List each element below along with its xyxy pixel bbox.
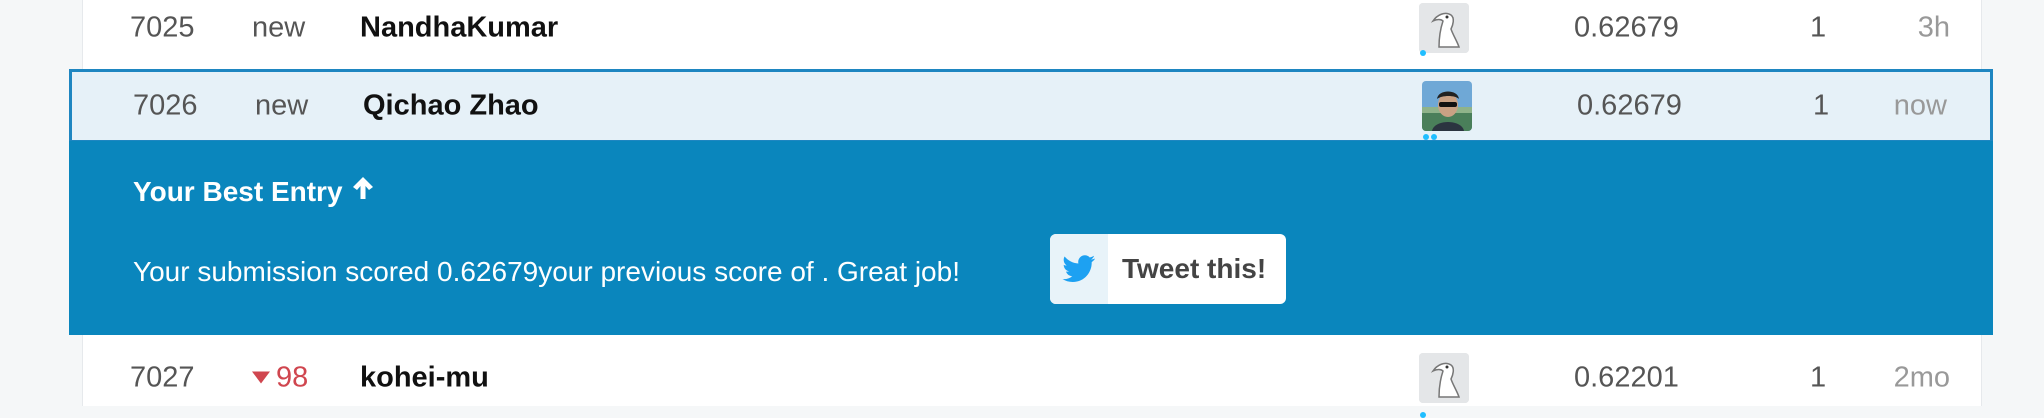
tier-dot-icon: [1420, 50, 1426, 56]
arrow-down-icon: [252, 371, 270, 384]
tier-dot-icon: [1423, 134, 1429, 140]
leaderboard-row[interactable]: 7027 98 kohei-mu 0.62201 1 2mo: [82, 338, 1980, 418]
rank-cell: 7027: [130, 361, 195, 393]
banner-title: Your Best Entry: [133, 175, 375, 208]
score-cell: 0.62679: [1577, 89, 1682, 122]
arrow-up-icon: [351, 175, 375, 208]
best-entry-banner: Your Best Entry Your submission scored 0…: [69, 141, 1993, 335]
rank-change-cell: new: [252, 11, 306, 43]
banner-title-text: Your Best Entry: [133, 175, 343, 207]
tier-dot-icon: [1420, 412, 1426, 418]
rank-change-cell: 98: [252, 361, 308, 394]
tier-dot-icon: [1431, 134, 1437, 140]
last-submission-cell: 2mo: [1893, 361, 1950, 393]
entries-cell: 1: [1813, 89, 1830, 122]
tweet-button-label: Tweet this!: [1122, 253, 1267, 284]
last-submission-cell: 3h: [1917, 11, 1950, 43]
default-avatar-icon[interactable]: [1419, 352, 1469, 403]
default-avatar-icon[interactable]: [1419, 2, 1469, 53]
team-name[interactable]: Qichao Zhao: [363, 90, 539, 123]
rank-change-value: 98: [276, 361, 309, 393]
rank-cell: 7025: [130, 11, 195, 43]
leaderboard-row[interactable]: 7025 new NandhaKumar 0.62679 1 3h: [82, 0, 1980, 67]
leaderboard-row-current-user[interactable]: 7026 new Qichao Zhao 0.62679 1 now: [69, 69, 1993, 143]
rank-cell: 7026: [133, 89, 198, 122]
entries-cell: 1: [1810, 361, 1827, 393]
last-submission-cell: now: [1893, 89, 1947, 122]
entries-cell: 1: [1810, 11, 1827, 43]
banner-message: Your submission scored 0.62679your previ…: [133, 256, 960, 287]
team-name[interactable]: kohei-mu: [360, 361, 489, 394]
user-avatar[interactable]: [1422, 81, 1472, 131]
team-name[interactable]: NandhaKumar: [360, 11, 558, 44]
rank-change-cell: new: [255, 89, 309, 122]
twitter-icon: [1050, 234, 1108, 304]
score-cell: 0.62679: [1574, 11, 1679, 43]
tweet-button[interactable]: Tweet this!: [1050, 234, 1286, 304]
score-cell: 0.62201: [1574, 361, 1679, 393]
